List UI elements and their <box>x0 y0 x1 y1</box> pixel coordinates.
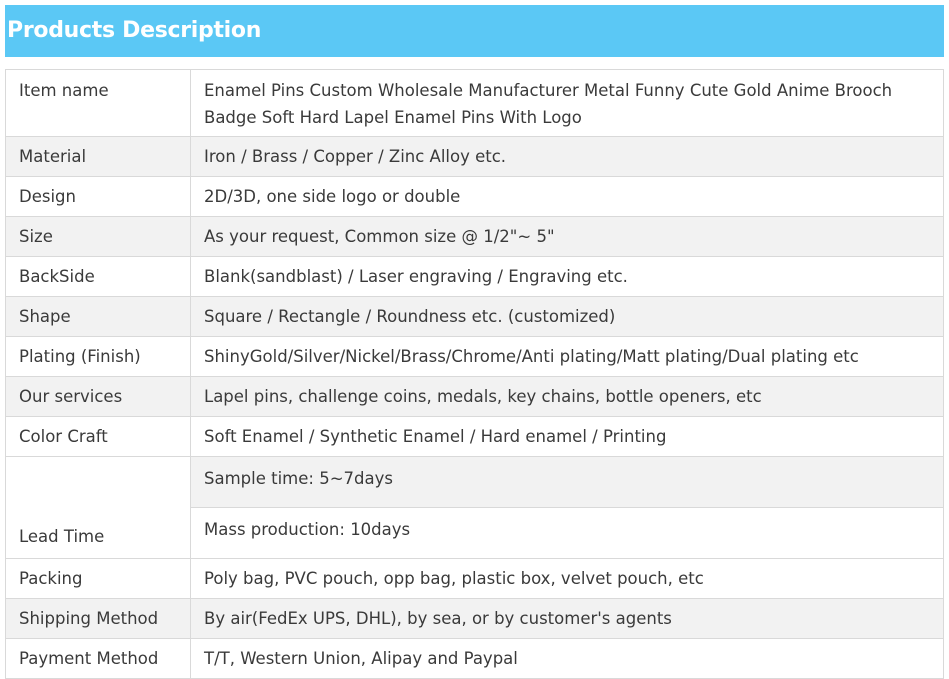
table-row: Payment Method T/T, Western Union, Alipa… <box>5 638 944 679</box>
row-value-services: Lapel pins, challenge coins, medals, key… <box>190 376 944 417</box>
row-value-shape: Square / Rectangle / Roundness etc. (cus… <box>190 296 944 337</box>
row-label-lead-time: Lead Time <box>5 456 191 559</box>
row-label-color-craft: Color Craft <box>5 416 191 457</box>
table-row: Size As your request, Common size @ 1/2"… <box>5 216 944 257</box>
row-label-payment: Payment Method <box>5 638 191 679</box>
row-label-shape: Shape <box>5 296 191 337</box>
row-label-plating: Plating (Finish) <box>5 336 191 377</box>
row-label-shipping: Shipping Method <box>5 598 191 639</box>
table-row: Material Iron / Brass / Copper / Zinc Al… <box>5 136 944 177</box>
table-row: Lead Time Sample time: 5~7days <box>5 456 944 559</box>
row-value-mass-production: Mass production: 10days <box>190 507 944 559</box>
row-value-packing: Poly bag, PVC pouch, opp bag, plastic bo… <box>190 558 944 599</box>
products-description-header: Products Description <box>5 5 944 57</box>
row-value-plating: ShinyGold/Silver/Nickel/Brass/Chrome/Ant… <box>190 336 944 377</box>
row-value-payment: T/T, Western Union, Alipay and Paypal <box>190 638 944 679</box>
row-label-design: Design <box>5 176 191 217</box>
table-row: Packing Poly bag, PVC pouch, opp bag, pl… <box>5 558 944 599</box>
row-value-material: Iron / Brass / Copper / Zinc Alloy etc. <box>190 136 944 177</box>
table-row: Design 2D/3D, one side logo or double <box>5 176 944 217</box>
table-row: Plating (Finish) ShinyGold/Silver/Nickel… <box>5 336 944 377</box>
row-value-design: 2D/3D, one side logo or double <box>190 176 944 217</box>
row-label-backside: BackSide <box>5 256 191 297</box>
row-value-size: As your request, Common size @ 1/2"~ 5" <box>190 216 944 257</box>
row-value-color-craft: Soft Enamel / Synthetic Enamel / Hard en… <box>190 416 944 457</box>
row-value-sample-time: Sample time: 5~7days <box>190 456 944 508</box>
row-label-services: Our services <box>5 376 191 417</box>
row-label-size: Size <box>5 216 191 257</box>
row-value-item-name: Enamel Pins Custom Wholesale Manufacture… <box>190 69 944 137</box>
table-row: Item name Enamel Pins Custom Wholesale M… <box>5 69 944 137</box>
row-label-packing: Packing <box>5 558 191 599</box>
product-spec-table: Item name Enamel Pins Custom Wholesale M… <box>5 69 944 679</box>
table-row: Our services Lapel pins, challenge coins… <box>5 376 944 417</box>
table-row: Shipping Method By air(FedEx UPS, DHL), … <box>5 598 944 639</box>
table-row: BackSide Blank(sandblast) / Laser engrav… <box>5 256 944 297</box>
row-value-shipping: By air(FedEx UPS, DHL), by sea, or by cu… <box>190 598 944 639</box>
row-value-backside: Blank(sandblast) / Laser engraving / Eng… <box>190 256 944 297</box>
table-row: Color Craft Soft Enamel / Synthetic Enam… <box>5 416 944 457</box>
row-label-material: Material <box>5 136 191 177</box>
row-label-item-name: Item name <box>5 69 191 137</box>
table-row: Shape Square / Rectangle / Roundness etc… <box>5 296 944 337</box>
